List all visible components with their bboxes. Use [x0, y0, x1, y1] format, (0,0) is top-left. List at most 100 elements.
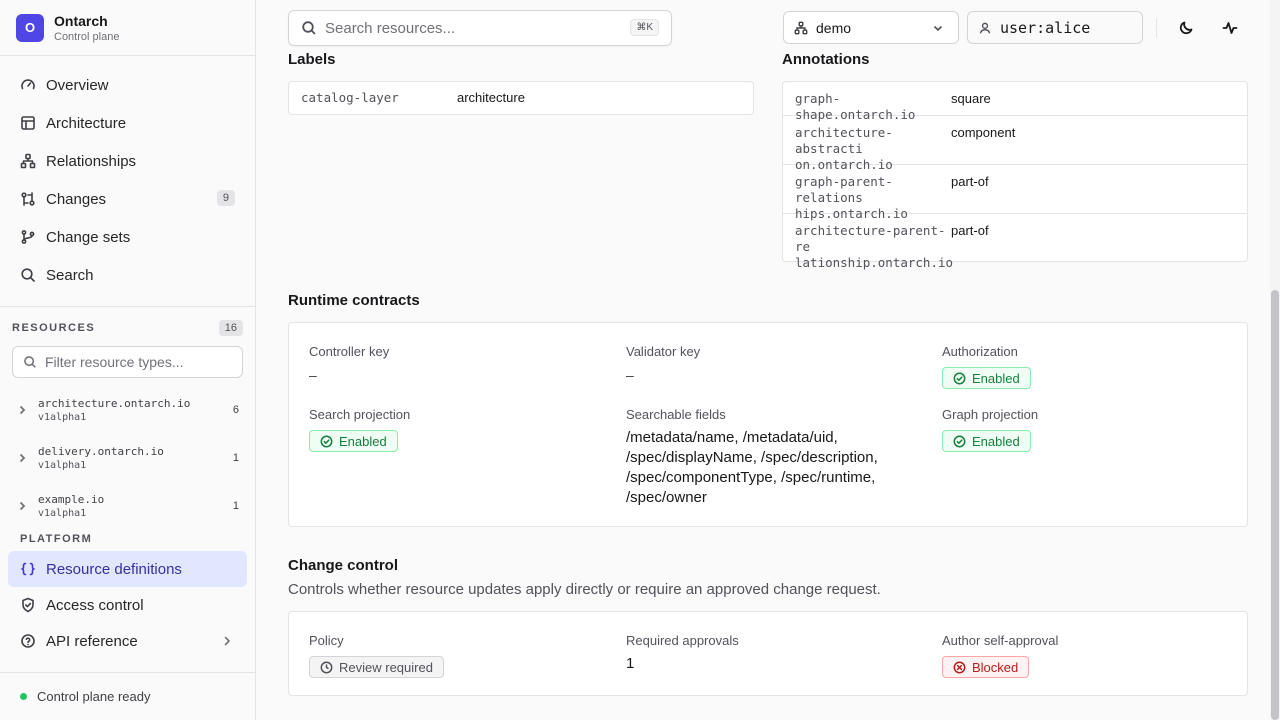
resource-group-example[interactable]: example.io v1alpha1 1	[12, 486, 243, 526]
resource-group-count: 6	[232, 404, 239, 416]
nav-item-label: Overview	[46, 76, 109, 94]
braces-icon	[21, 562, 35, 576]
nav-item-resource-definitions[interactable]: Resource definitions	[8, 551, 247, 587]
annotations-table: graph-shape.ontarch.io square architectu…	[782, 81, 1248, 270]
resources-count-badge: 16	[218, 320, 243, 336]
nav-item-label: Access control	[46, 596, 144, 614]
brand-name: Ontarch	[54, 12, 108, 29]
field-value: /metadata/name, /metadata/uid, /spec/dis…	[626, 428, 926, 508]
required-approvals-field: Required approvals 1	[626, 633, 739, 674]
field-label: Controller key	[309, 344, 390, 359]
field-label: Policy	[309, 633, 344, 648]
resource-group-name: delivery.ontarch.io	[38, 445, 164, 458]
global-search: ⌘K	[288, 10, 672, 46]
chevron-down-icon	[933, 25, 943, 31]
chevron-right-icon	[19, 501, 26, 511]
nav-item-access-control[interactable]: Access control	[8, 587, 247, 623]
resource-filter-input[interactable]	[45, 354, 235, 370]
search-shortcut-hint: ⌘K	[630, 19, 659, 36]
authorization-field: Authorization Enabled	[942, 344, 1031, 389]
resource-group-version: v1alpha1	[38, 508, 87, 519]
nav-item-label: Relationships	[46, 152, 137, 170]
label-key: catalog-layer	[301, 90, 399, 105]
resource-group-architecture[interactable]: architecture.ontarch.io v1alpha1 6	[12, 390, 243, 430]
toolbar-divider	[1156, 18, 1157, 38]
annotation-key-line: hips.ontarch.io	[795, 206, 908, 221]
search-projection-field: Search projection Enabled	[309, 407, 410, 452]
main-nav: Overview Architecture Relationships Chan…	[0, 56, 255, 293]
annotation-key-line: architecture-abstracti	[795, 125, 893, 156]
field-label: Search projection	[309, 407, 411, 422]
nav-item-change-sets[interactable]: Change sets	[8, 219, 247, 255]
theme-toggle-button[interactable]	[1171, 13, 1201, 43]
user-field[interactable]: user:alice	[967, 11, 1143, 44]
field-value-line: /spec/owner	[626, 489, 707, 506]
gauge-icon	[21, 79, 35, 90]
status-badge: Enabled	[942, 367, 1031, 389]
status-badge-label: Enabled	[339, 433, 387, 449]
resource-group-version: v1alpha1	[38, 460, 87, 471]
labels-table: catalog-layer architecture	[288, 81, 754, 115]
brand-subtitle: Control plane	[54, 30, 120, 43]
annotation-key-line: graph-shape.ontarch.io	[795, 91, 916, 122]
resource-group-name: architecture.ontarch.io	[38, 397, 191, 410]
status-badge: Blocked	[942, 656, 1030, 678]
status-badge-label: Review required	[339, 659, 433, 675]
change-control-title: Change control	[288, 557, 399, 574]
annotation-key-line: architecture-parent-re	[795, 223, 946, 254]
activity-button[interactable]	[1215, 13, 1245, 43]
annotation-value: part-of	[951, 174, 989, 189]
nav-item-overview[interactable]: Overview	[8, 67, 247, 103]
change-control-card: Policy Review required Required approval…	[288, 611, 1248, 696]
clock-icon	[320, 661, 333, 673]
global-search-input[interactable]	[325, 19, 625, 37]
nav-item-label: API reference	[46, 632, 138, 650]
x-circle-icon	[953, 661, 966, 673]
nav-item-api-reference[interactable]: API reference	[8, 623, 247, 659]
resource-group-count: 1	[232, 452, 239, 464]
nav-item-label: Change sets	[46, 228, 131, 246]
annotation-key-line: lationship.ontarch.io	[795, 255, 954, 270]
nav-item-search[interactable]: Search	[8, 257, 247, 293]
field-value: –	[626, 367, 634, 383]
scrollbar-thumb[interactable]	[1271, 290, 1279, 720]
field-label: Authorization	[942, 344, 1018, 359]
annotation-key-line: graph-parent-relations	[795, 174, 893, 205]
resource-group-name: example.io	[38, 493, 105, 506]
annotation-key: architecture-abstracti on.ontarch.io	[783, 125, 951, 172]
field-value-line: /metadata/name, /metadata/uid,	[626, 429, 838, 446]
namespace-selector[interactable]: demo	[783, 11, 959, 44]
status-badge-label: Enabled	[972, 370, 1020, 386]
change-control-description: Controls whether resource updates apply …	[288, 581, 881, 598]
table-row: catalog-layer architecture	[289, 82, 753, 114]
status-badge-label: Blocked	[972, 659, 1019, 675]
field-label: Required approvals	[626, 633, 739, 648]
nav-item-changes[interactable]: Changes 9	[8, 181, 247, 217]
validator-key-field: Validator key –	[626, 344, 700, 383]
user-icon	[979, 22, 991, 33]
status-bar: Control plane ready	[0, 672, 256, 720]
nav-item-architecture[interactable]: Architecture	[8, 105, 247, 141]
field-value: 1	[626, 655, 635, 672]
help-circle-icon	[21, 634, 35, 648]
namespace-value: demo	[816, 19, 852, 36]
chevron-right-icon	[19, 405, 26, 415]
field-value: –	[309, 367, 317, 383]
field-value-line: /spec/componentType, /spec/runtime,	[626, 469, 876, 486]
field-label: Validator key	[626, 344, 701, 359]
user-value: user:alice	[1000, 18, 1091, 37]
activity-icon	[1222, 22, 1238, 34]
graph-projection-field: Graph projection Enabled	[942, 407, 1038, 452]
resource-group-delivery[interactable]: delivery.ontarch.io v1alpha1 1	[12, 438, 243, 478]
brand-logo: O	[16, 13, 44, 42]
resources-header: RESOURCES 16	[12, 320, 243, 336]
status-dot	[20, 693, 27, 700]
status-badge: Enabled	[942, 430, 1031, 452]
resources-title: RESOURCES	[12, 322, 96, 334]
check-circle-icon	[320, 435, 333, 447]
scrollbar[interactable]	[1270, 0, 1280, 720]
chevron-right-icon	[224, 636, 230, 646]
policy-field: Policy Review required	[309, 633, 444, 678]
nav-item-relationships[interactable]: Relationships	[8, 143, 247, 179]
sidebar-divider	[0, 306, 256, 307]
